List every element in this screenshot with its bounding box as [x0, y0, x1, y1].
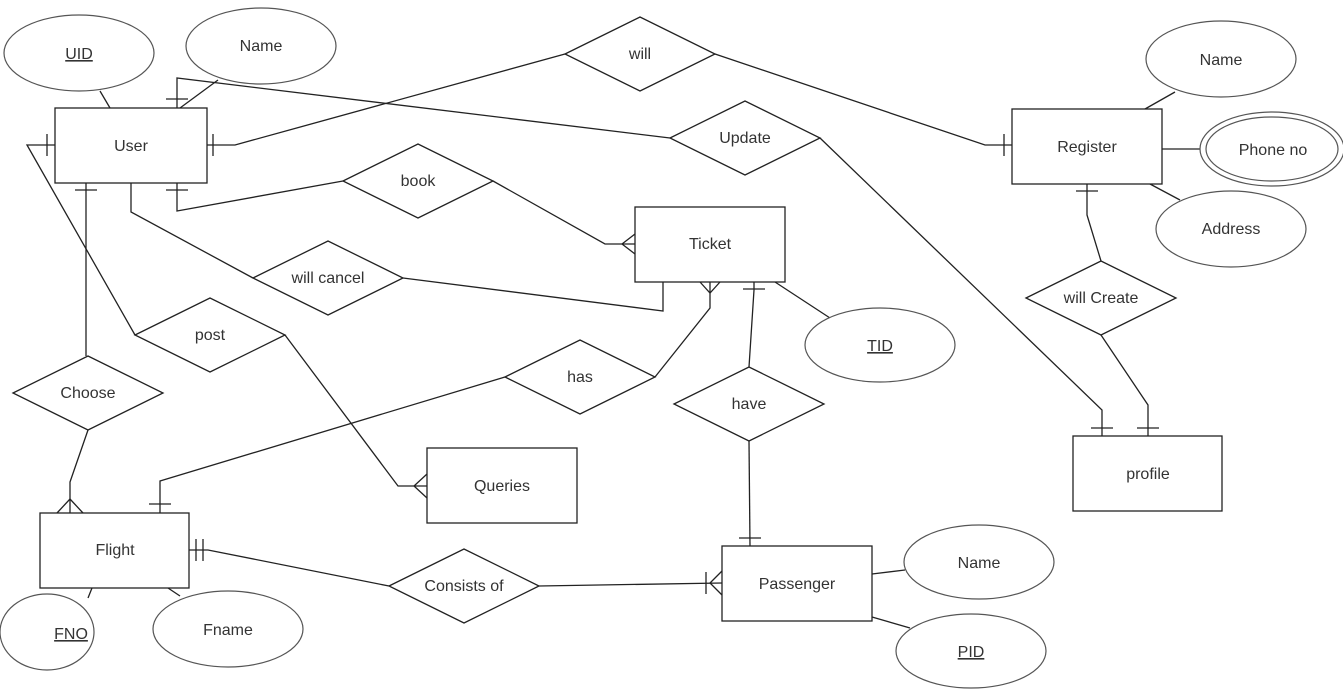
user-book-line: [176, 180, 344, 212]
post-queries-line: [284, 334, 427, 487]
relationship-label: post: [195, 327, 226, 344]
register-name-line: [1144, 91, 1176, 110]
entity-label: profile: [1126, 466, 1170, 483]
entity-label: Queries: [474, 478, 530, 495]
attribute-user-name[interactable]: Name: [185, 7, 337, 85]
relationship-choose[interactable]: Choose: [11, 355, 165, 431]
tid-ticket-line: [774, 281, 831, 319]
attribute-register-name[interactable]: Name: [1145, 20, 1297, 98]
relationship-label: book: [401, 173, 437, 190]
relationship-label: have: [732, 396, 767, 413]
flight-consists-line: [189, 549, 390, 587]
user-cancel-line: [130, 183, 254, 279]
register-create-line: [1086, 184, 1102, 262]
attribute-pid[interactable]: PID: [895, 613, 1047, 689]
relationship-label: has: [567, 369, 593, 386]
relationship-has[interactable]: has: [503, 339, 657, 415]
entity-ticket[interactable]: Ticket: [634, 206, 786, 283]
choose-flight-line: [69, 429, 89, 513]
attribute-fname[interactable]: Fname: [152, 590, 304, 668]
user-update-line: [176, 77, 671, 139]
book-ticket-line: [492, 180, 635, 245]
ticket-have-line: [748, 282, 755, 368]
entity-label: User: [114, 138, 148, 155]
attribute-label: Name: [240, 38, 283, 55]
attribute-passenger-name[interactable]: Name: [903, 524, 1055, 600]
attribute-label: UID: [65, 46, 93, 63]
consists-passenger-line: [538, 582, 723, 587]
attribute-uid[interactable]: UID: [3, 14, 155, 92]
register-address-line: [1149, 183, 1181, 201]
relationship-will-create[interactable]: will Create: [1024, 260, 1178, 336]
entity-passenger[interactable]: Passenger: [721, 545, 873, 622]
fname-line: [167, 587, 181, 597]
relationship-label: Update: [719, 130, 771, 147]
relationship-label: will: [628, 46, 651, 63]
relationship-have[interactable]: have: [672, 366, 826, 442]
relationship-will-cancel[interactable]: will cancel: [251, 240, 405, 316]
attribute-label: Fname: [203, 622, 253, 639]
name-user-line: [179, 79, 219, 109]
attribute-phone-no[interactable]: Phone no: [1199, 111, 1343, 187]
entity-queries[interactable]: Queries: [426, 447, 578, 524]
attribute-fno[interactable]: FNO: [0, 593, 95, 671]
have-passenger-line: [748, 440, 751, 547]
passenger-pid-line: [871, 616, 911, 629]
attribute-tid[interactable]: TID: [804, 307, 956, 383]
relationship-will[interactable]: will: [563, 16, 717, 92]
entity-label: Passenger: [759, 576, 836, 593]
attribute-label: Name: [1200, 52, 1243, 69]
cancel-ticket-line: [402, 277, 664, 312]
relationship-label: Choose: [60, 385, 115, 402]
attribute-label: Address: [1202, 221, 1261, 238]
attribute-label: TID: [867, 338, 893, 355]
relationship-label: will cancel: [291, 270, 365, 287]
entity-register[interactable]: Register: [1011, 108, 1163, 185]
passenger-name-line: [871, 569, 906, 575]
relationship-consists-of[interactable]: Consists of: [387, 548, 541, 624]
entity-label: Flight: [95, 542, 135, 559]
attribute-label: FNO: [54, 626, 88, 643]
entity-label: Register: [1057, 139, 1117, 156]
er-diagram: User Register Ticket profile Queries Fli…: [0, 7, 1343, 689]
attribute-address[interactable]: Address: [1155, 190, 1307, 268]
entity-label: Ticket: [689, 236, 732, 253]
entity-user[interactable]: User: [54, 107, 208, 184]
entity-flight[interactable]: Flight: [39, 512, 190, 589]
attribute-label: Name: [958, 555, 1001, 572]
relationship-post[interactable]: post: [133, 297, 287, 373]
relationship-book[interactable]: book: [341, 143, 495, 219]
relationship-update[interactable]: Update: [668, 100, 822, 176]
entity-profile[interactable]: profile: [1072, 435, 1223, 512]
relationship-label: will Create: [1063, 290, 1139, 307]
fno-line: [87, 587, 93, 599]
attribute-label: Phone no: [1239, 142, 1308, 159]
uid-user-line: [99, 90, 111, 109]
create-profile-line: [1100, 334, 1149, 436]
attribute-label: PID: [958, 644, 985, 661]
relationship-label: Consists of: [424, 578, 504, 595]
